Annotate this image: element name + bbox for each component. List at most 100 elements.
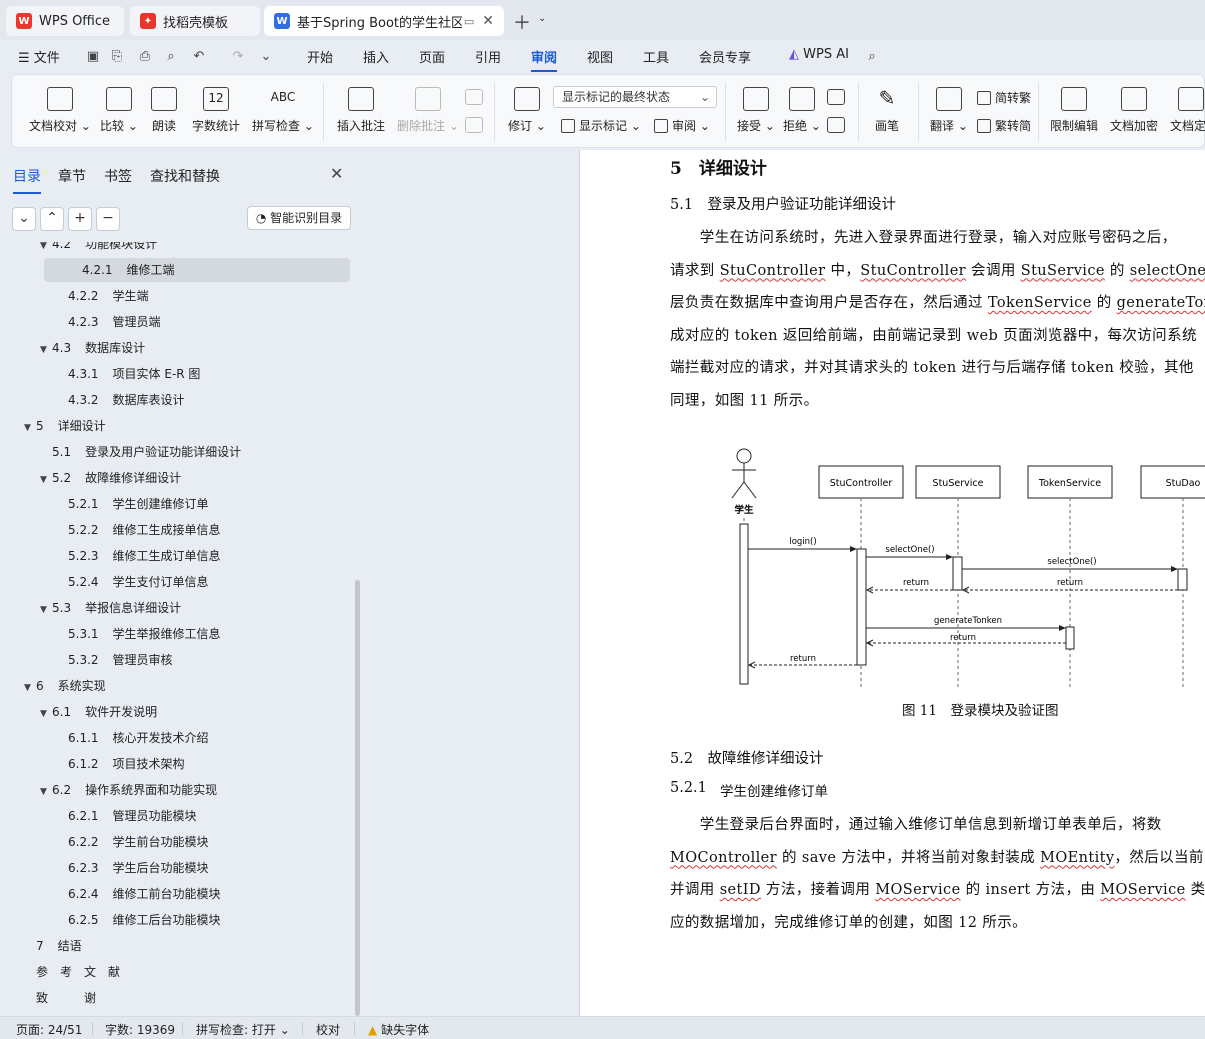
expand-triangle-icon[interactable]: ▼ xyxy=(40,780,52,804)
finalize-button[interactable]: 文档定稿 xyxy=(1170,87,1205,134)
collapse-all-chevron-icon[interactable]: ⌄ xyxy=(12,207,36,231)
undo-icon[interactable]: ↶ xyxy=(191,49,207,65)
markup-view-select[interactable]: 显示标记的最终状态 ⌄ xyxy=(553,86,717,108)
search-icon[interactable]: ⌕ xyxy=(864,49,880,65)
print-preview-icon[interactable]: ⌕ xyxy=(163,49,179,65)
prev-change-button[interactable] xyxy=(827,89,845,111)
nav-tab-bookmarks[interactable]: 书签 xyxy=(104,166,132,186)
insert-comment-button[interactable]: 插入批注 xyxy=(337,87,385,134)
toc-item[interactable]: 6.1.1 核心开发技术介绍 xyxy=(56,726,209,750)
prev-comment-button[interactable] xyxy=(465,89,483,111)
menu-tools[interactable]: 工具 xyxy=(643,47,669,66)
close-tab-icon[interactable]: ✕ xyxy=(482,13,494,29)
spell-check-status[interactable]: 拼写检查: 打开 ⌄ xyxy=(196,1021,290,1038)
expand-triangle-icon[interactable]: ▼ xyxy=(24,416,36,440)
toc-item[interactable]: 5.2.1 学生创建维修订单 xyxy=(56,492,209,516)
next-comment-button[interactable] xyxy=(465,117,483,139)
expand-triangle-icon[interactable]: ▼ xyxy=(40,242,52,258)
toc-item[interactable]: 6.2.3 学生后台功能模块 xyxy=(56,856,209,880)
page-indicator[interactable]: 页面: 24/51 xyxy=(16,1021,82,1038)
encrypt-button[interactable]: 文档加密 xyxy=(1110,87,1158,134)
toc-item[interactable]: 7 结语 xyxy=(24,934,82,958)
redo-icon[interactable]: ↷ xyxy=(230,49,246,65)
restrict-edit-button[interactable]: 限制编辑 xyxy=(1050,87,1098,134)
toc-item[interactable]: 5.2.2 维修工生成接单信息 xyxy=(56,518,221,542)
toc-item[interactable]: ▼ 6.1 软件开发说明 xyxy=(40,700,157,724)
more-chevron-icon[interactable]: ⌄ xyxy=(258,49,274,65)
toc-item[interactable]: 6.1.2 项目技术架构 xyxy=(56,752,185,776)
nav-tab-toc[interactable]: 目录 xyxy=(13,166,41,194)
expand-triangle-icon[interactable]: ▼ xyxy=(40,702,52,726)
toc-item[interactable]: 6.2.2 学生前台功能模块 xyxy=(56,830,209,854)
word-count-button[interactable]: 12 字数统计 xyxy=(192,87,240,134)
expand-triangle-icon[interactable]: ▼ xyxy=(40,598,52,622)
smart-toc-button[interactable]: ◔ 智能识别目录 xyxy=(247,206,351,230)
nav-tab-find-replace[interactable]: 查找和替换 xyxy=(150,166,220,186)
toc-item[interactable]: ▼ 5.3 举报信息详细设计 xyxy=(40,596,181,620)
toc-item[interactable]: 4.2.1 维修工端 xyxy=(44,258,350,282)
word-count-status[interactable]: 字数: 19369 xyxy=(105,1021,175,1038)
menu-start[interactable]: 开始 xyxy=(307,47,333,66)
toc-item[interactable]: 4.3.2 数据库表设计 xyxy=(56,388,185,412)
wps-ai-button[interactable]: ◭ WPS AI xyxy=(789,47,849,62)
menu-member[interactable]: 会员专享 xyxy=(699,47,751,66)
menu-references[interactable]: 引用 xyxy=(475,47,501,66)
toc-item[interactable]: 5.2.3 维修工生成订单信息 xyxy=(56,544,221,568)
to-traditional-button[interactable]: 简转繁 xyxy=(977,89,1031,106)
compare-button[interactable]: 比较 ⌄ xyxy=(100,87,138,134)
show-markup-button[interactable]: 显示标记 ⌄ xyxy=(561,117,641,134)
add-heading-icon[interactable]: + xyxy=(68,207,92,231)
toc-item[interactable]: 致 谢 xyxy=(24,986,96,1010)
tab-list-chevron-icon[interactable]: ⌄ xyxy=(538,13,546,24)
toc-item[interactable]: ▼ 5.2 故障维修详细设计 xyxy=(40,466,181,490)
to-simplified-button[interactable]: 繁转简 xyxy=(977,117,1031,134)
remove-heading-icon[interactable]: − xyxy=(96,207,120,231)
menu-insert[interactable]: 插入 xyxy=(363,47,389,66)
pen-button[interactable]: ✎ 画笔 xyxy=(874,87,900,134)
expand-triangle-icon[interactable]: ▼ xyxy=(40,338,52,362)
toc-item[interactable]: 4.2.2 学生端 xyxy=(56,284,149,308)
export-icon[interactable]: ⎘ xyxy=(109,49,125,65)
toc-item[interactable]: ▼ 5 详细设计 xyxy=(24,414,106,438)
reject-button[interactable]: 拒绝 ⌄ xyxy=(783,87,821,134)
doc-proof-button[interactable]: 文档校对 ⌄ xyxy=(29,87,91,134)
toc-item[interactable]: ▼ 6 系统实现 xyxy=(24,674,106,698)
toc-item[interactable]: 5.3.2 管理员审核 xyxy=(56,648,173,672)
tab-wps-office[interactable]: W WPS Office xyxy=(6,6,124,36)
tab-docer-templates[interactable]: ✦ 找稻壳模板 xyxy=(130,6,260,36)
tab-current-document[interactable]: W 基于Spring Boot的学生社区 ▭ ✕ xyxy=(264,6,504,36)
missing-font-status[interactable]: ▲ 缺失字体 xyxy=(368,1021,429,1038)
review-pane-button[interactable]: 审阅 ⌄ xyxy=(654,117,710,134)
delete-comment-button[interactable]: 删除批注 ⌄ xyxy=(397,87,459,134)
save-icon[interactable]: ▣ xyxy=(85,49,101,65)
toc-item[interactable]: ▼ 6.2 操作系统界面和功能实现 xyxy=(40,778,217,802)
close-icon[interactable]: ✕ xyxy=(330,164,343,183)
toc-item[interactable]: 参 考 文 献 xyxy=(24,960,120,984)
menu-page[interactable]: 页面 xyxy=(419,47,445,66)
new-tab-plus-icon[interactable]: ＋ xyxy=(513,9,531,35)
spell-check-button[interactable]: ABC 拼写检查 ⌄ xyxy=(252,87,314,134)
expand-up-chevron-icon[interactable]: ⌃ xyxy=(40,207,64,231)
expand-triangle-icon[interactable]: ▼ xyxy=(24,676,36,700)
toc-item[interactable]: 4.2.3 管理员端 xyxy=(56,310,161,334)
file-menu[interactable]: ☰ 文件 xyxy=(18,47,60,66)
toc-item[interactable]: ▼ 4.2 功能模块设计 xyxy=(40,242,157,256)
translate-button[interactable]: 翻译 ⌄ xyxy=(930,87,968,134)
toc-item[interactable]: 6.2.5 维修工后台功能模块 xyxy=(56,908,221,932)
nav-tab-sections[interactable]: 章节 xyxy=(58,166,86,186)
toc-item[interactable]: ▼ 4.3 数据库设计 xyxy=(40,336,145,360)
next-change-button[interactable] xyxy=(827,117,845,139)
toc-item[interactable]: 6.2.1 管理员功能模块 xyxy=(56,804,197,828)
proof-status[interactable]: 校对 xyxy=(316,1021,340,1038)
menu-review[interactable]: 审阅 xyxy=(531,47,558,72)
toc-item[interactable]: 6.2.4 维修工前台功能模块 xyxy=(56,882,221,906)
expand-triangle-icon[interactable]: ▼ xyxy=(40,468,52,492)
track-changes-button[interactable]: 修订 ⌄ xyxy=(508,87,546,134)
toc-item[interactable]: 5.3.1 学生举报维修工信息 xyxy=(56,622,221,646)
read-aloud-button[interactable]: 朗读 xyxy=(151,87,177,134)
toc-item[interactable]: 4.3.1 项目实体 E-R 图 xyxy=(56,362,200,386)
accept-button[interactable]: 接受 ⌄ xyxy=(737,87,775,134)
toc-scrollbar[interactable] xyxy=(355,580,360,1016)
toc-item[interactable]: 5.1 登录及用户验证功能详细设计 xyxy=(40,440,241,464)
print-icon[interactable]: ⎙ xyxy=(137,49,153,65)
